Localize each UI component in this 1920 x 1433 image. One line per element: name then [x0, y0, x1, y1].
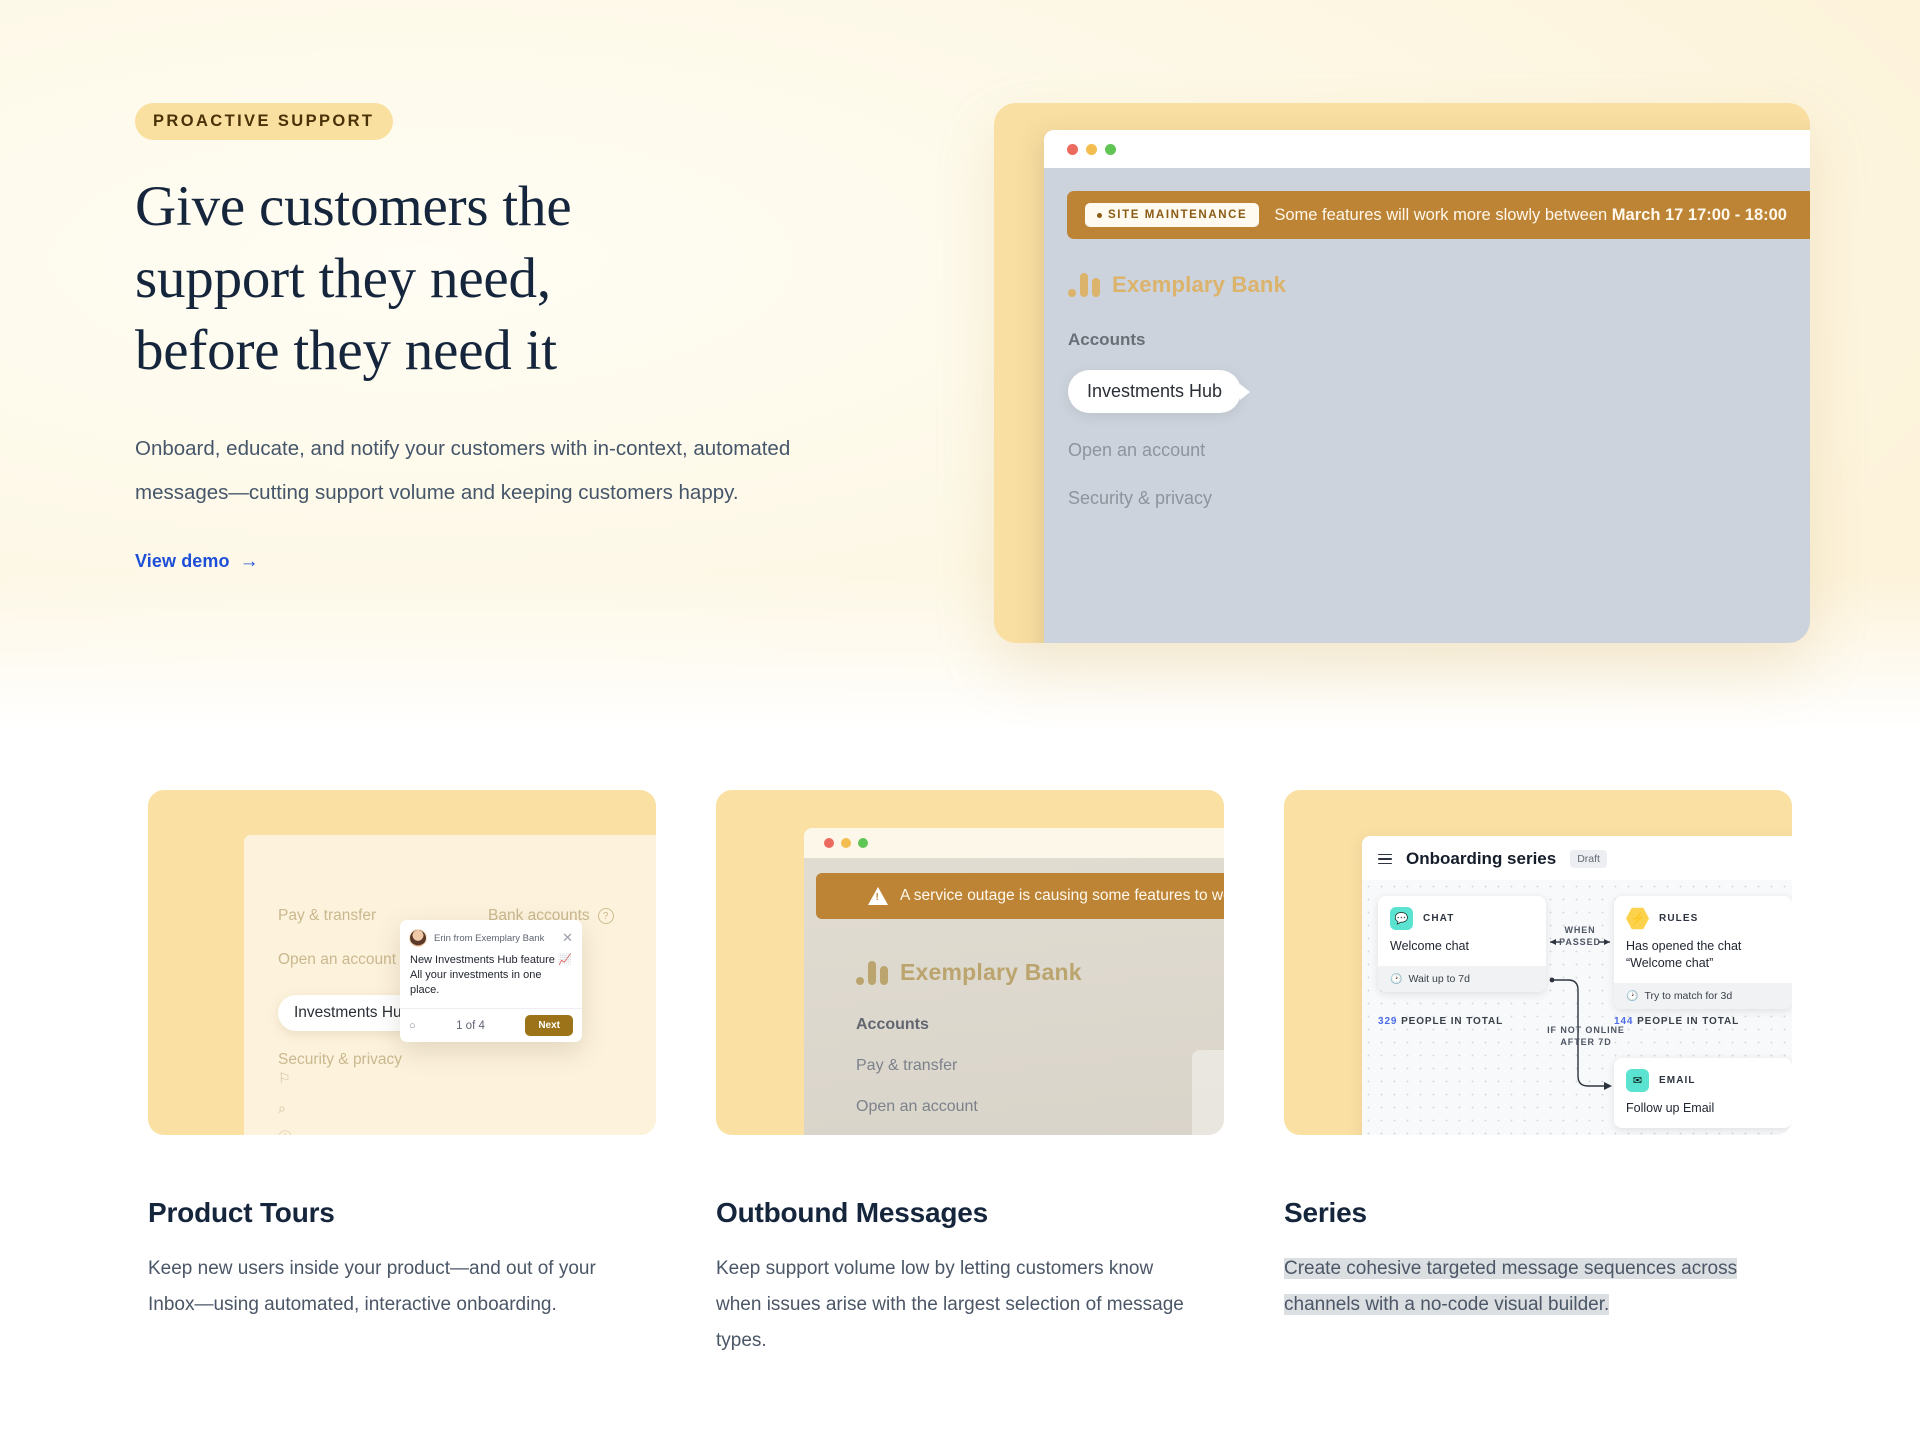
outbound-app-frame: A service outage is causing some feature… — [804, 828, 1224, 1135]
nav-item-pay-transfer[interactable]: Pay & transfer — [856, 1057, 1224, 1075]
card-title: Outbound Messages — [716, 1197, 988, 1228]
eyebrow-badge: PROACTIVE SUPPORT — [135, 103, 394, 140]
bank-name: Exemplary Bank — [1112, 272, 1286, 297]
help-icon[interactable]: ? — [597, 908, 614, 924]
card-description: Keep support volume low by letting custo… — [716, 1258, 1184, 1351]
tour-footer: ○ 1 of 4 Next — [400, 1008, 582, 1042]
page-title: Give customers the support they need, be… — [135, 171, 835, 387]
series-header: Onboarding series Draft — [1362, 836, 1792, 880]
browser-window: SITE MAINTENANCE Some features will work… — [1044, 130, 1810, 643]
nav-item-open-an-account[interactable]: Open an account — [1068, 440, 1810, 461]
tour-author: Erin from Exemplary Bank — [434, 932, 545, 944]
warning-icon — [868, 887, 888, 905]
flag-icon[interactable]: ⚐ — [278, 1063, 292, 1093]
product-tour-tooltip: Erin from Exemplary Bank ✕ New Investmen… — [400, 920, 582, 1042]
avatar — [409, 929, 427, 947]
maintenance-chip-label: SITE MAINTENANCE — [1108, 209, 1248, 221]
next-button[interactable]: Next — [525, 1015, 573, 1036]
card-title: Product Tours — [148, 1197, 335, 1228]
series-canvas: 💬 CHAT Welcome chat 🕑 Wait up to 7d 329 … — [1362, 880, 1792, 1135]
menu-icon[interactable] — [1378, 851, 1392, 868]
accounts-heading: Accounts — [856, 1016, 929, 1033]
card-title: Series — [1284, 1197, 1367, 1228]
close-icon[interactable]: ✕ — [562, 930, 573, 946]
minimize-dot-icon[interactable] — [841, 838, 851, 848]
bank-app-area: Exemplary Bank Accounts Investments Hub … — [1044, 239, 1810, 509]
edge-label-when-passed: WHEN PASSED — [1559, 925, 1601, 947]
title-line-2: support they need, — [135, 247, 551, 310]
site-maintenance-banner: SITE MAINTENANCE Some features will work… — [1067, 191, 1810, 239]
account-card-placeholder — [1192, 1050, 1224, 1135]
product-tours-screenshot: Bank accounts ? Pay & transfer Open an a… — [148, 790, 656, 1135]
chat-bubble-icon[interactable]: ○ — [409, 1020, 416, 1032]
close-dot-icon[interactable] — [1067, 143, 1078, 155]
maintenance-text: Some features will work more slowly betw… — [1274, 205, 1787, 224]
search-icon[interactable]: ⌕ — [278, 1093, 292, 1123]
status-badge: Draft — [1570, 850, 1607, 868]
arrow-right-icon: → — [239, 551, 259, 572]
maximize-dot-icon[interactable] — [1105, 143, 1116, 155]
service-outage-banner: A service outage is causing some feature… — [816, 873, 1224, 919]
bank-name: Exemplary Bank — [900, 959, 1082, 985]
hero-text-column: PROACTIVE SUPPORT Give customers the sup… — [135, 103, 835, 572]
bank-logo: Exemplary Bank — [1068, 272, 1810, 298]
card-description: Keep new users inside your product—and o… — [148, 1258, 596, 1315]
close-dot-icon[interactable] — [824, 838, 834, 848]
title-line-1: Give customers the — [135, 175, 572, 238]
tour-line-1: New Investments Hub feature 📈 — [410, 954, 572, 966]
bars-logo-icon — [856, 960, 888, 985]
outbound-nav: Accounts Pay & transfer Open an account — [856, 1016, 1224, 1116]
series-screenshot: Onboarding series Draft 💬 CHAT Welcome c… — [1284, 790, 1792, 1135]
outage-text: A service outage is causing some feature… — [900, 887, 1224, 904]
accounts-heading: Accounts — [1068, 330, 1146, 349]
feature-card-series: Onboarding series Draft 💬 CHAT Welcome c… — [1284, 790, 1792, 1323]
nav-item-security-privacy[interactable]: Security & privacy — [1068, 488, 1810, 509]
hero-subtitle: Onboard, educate, and notify your custom… — [135, 437, 791, 504]
maintenance-chip: SITE MAINTENANCE — [1085, 203, 1260, 227]
series-connectors — [1549, 939, 1612, 1090]
series-title: Onboarding series — [1406, 849, 1557, 868]
tours-side-icons: ⚐ ⌕ ⓘ — [278, 1063, 292, 1135]
browser-title-bar — [1044, 130, 1810, 168]
hero-product-screenshot: SITE MAINTENANCE Some features will work… — [994, 103, 1810, 643]
card-description: Create cohesive targeted message sequenc… — [1284, 1251, 1762, 1323]
status-dot-icon — [1097, 212, 1102, 218]
tour-step-counter: 1 of 4 — [456, 1019, 485, 1032]
card-description-text: Create cohesive targeted message sequenc… — [1284, 1258, 1738, 1315]
minimize-dot-icon[interactable] — [1086, 143, 1097, 155]
nav-item-investments-hub[interactable]: Investments Hub — [1068, 370, 1251, 413]
tour-line-2: All your investments in one place. — [410, 969, 542, 996]
feature-card-outbound-messages: A service outage is causing some feature… — [716, 790, 1224, 1359]
maximize-dot-icon[interactable] — [858, 838, 868, 848]
series-app-frame: Onboarding series Draft 💬 CHAT Welcome c… — [1362, 836, 1792, 1135]
title-line-3: before they need it — [135, 319, 557, 382]
view-demo-label: View demo — [135, 551, 230, 571]
bars-logo-icon — [1068, 273, 1100, 297]
nav-item-open-an-account[interactable]: Open an account — [856, 1098, 1224, 1116]
browser-title-bar — [804, 828, 1224, 858]
bank-logo: Exemplary Bank — [856, 959, 1224, 986]
view-demo-link[interactable]: View demo → — [135, 551, 259, 572]
profile-icon[interactable]: ⓘ — [278, 1123, 292, 1135]
maintenance-time: March 17 17:00 - 18:00 — [1611, 205, 1787, 224]
tour-header: Erin from Exemplary Bank ✕ — [400, 920, 582, 952]
feature-card-product-tours: Bank accounts ? Pay & transfer Open an a… — [148, 790, 656, 1323]
nav-item-security-privacy[interactable]: Security & privacy — [278, 1051, 426, 1069]
outbound-messages-screenshot: A service outage is causing some feature… — [716, 790, 1224, 1135]
edge-label-if-not-online: IF NOT ONLINE AFTER 7D — [1547, 1025, 1625, 1047]
tour-body: New Investments Hub feature 📈 All your i… — [400, 952, 582, 1008]
